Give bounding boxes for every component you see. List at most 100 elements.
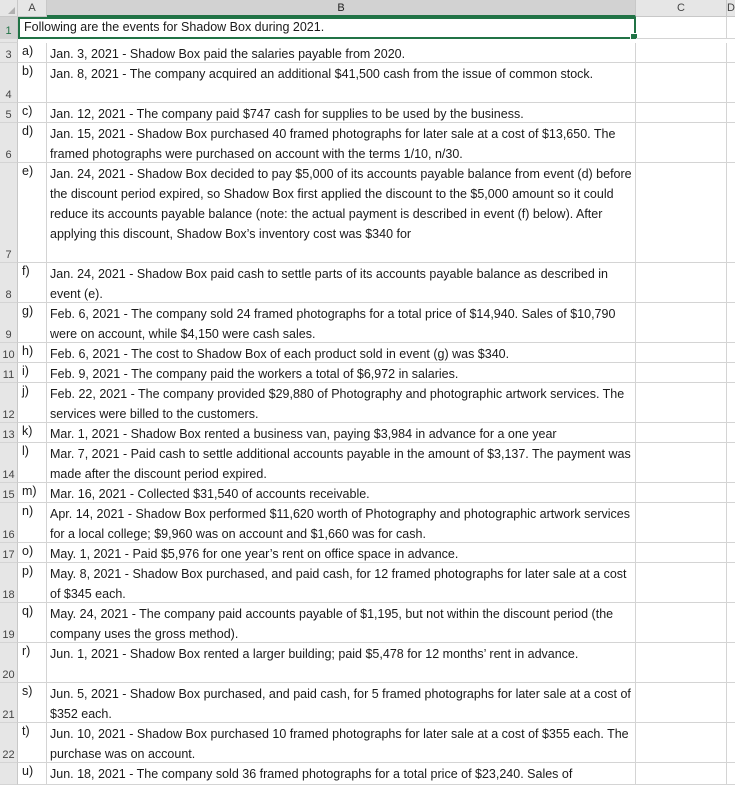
cell-d[interactable]: [727, 683, 735, 723]
cell-d[interactable]: [727, 763, 735, 785]
row-number[interactable]: 21: [0, 683, 18, 723]
event-label-cell[interactable]: e): [18, 163, 47, 263]
cell-c[interactable]: [636, 63, 727, 103]
event-label-cell[interactable]: p): [18, 563, 47, 603]
column-header-d[interactable]: D: [727, 0, 735, 17]
cell-d[interactable]: [727, 103, 735, 123]
event-label-cell[interactable]: n): [18, 503, 47, 543]
row-number[interactable]: 1: [0, 17, 18, 39]
row-number[interactable]: 3: [0, 43, 18, 63]
row-number[interactable]: 22: [0, 723, 18, 763]
row-number[interactable]: 13: [0, 423, 18, 443]
cell-d[interactable]: [727, 723, 735, 763]
cell-c[interactable]: [636, 263, 727, 303]
event-description-cell[interactable]: Feb. 6, 2021 - The company sold 24 frame…: [47, 303, 636, 343]
event-label-cell[interactable]: k): [18, 423, 47, 443]
cell-c[interactable]: [636, 17, 727, 39]
cell-c[interactable]: [636, 483, 727, 503]
event-label-cell[interactable]: c): [18, 103, 47, 123]
selected-title-cell[interactable]: Following are the events for Shadow Box …: [18, 17, 638, 41]
cell-c[interactable]: [636, 443, 727, 483]
row-number[interactable]: 9: [0, 303, 18, 343]
event-description-cell[interactable]: Jan. 8, 2021 - The company acquired an a…: [47, 63, 636, 103]
row-number[interactable]: 7: [0, 163, 18, 263]
event-description-cell[interactable]: Mar. 16, 2021 - Collected $31,540 of acc…: [47, 483, 636, 503]
cell-c[interactable]: [636, 763, 727, 785]
event-description-cell[interactable]: Apr. 14, 2021 - Shadow Box performed $11…: [47, 503, 636, 543]
cell-d[interactable]: [727, 343, 735, 363]
event-label-cell[interactable]: t): [18, 723, 47, 763]
cell-d[interactable]: [727, 483, 735, 503]
event-description-cell[interactable]: Jun. 10, 2021 - Shadow Box purchased 10 …: [47, 723, 636, 763]
cell-c[interactable]: [636, 103, 727, 123]
event-description-cell[interactable]: Feb. 6, 2021 - The cost to Shadow Box of…: [47, 343, 636, 363]
event-label-cell[interactable]: o): [18, 543, 47, 563]
cell-c[interactable]: [636, 363, 727, 383]
event-description-cell[interactable]: Jan. 3, 2021 - Shadow Box paid the salar…: [47, 43, 636, 63]
cell-d[interactable]: [727, 563, 735, 603]
row-number[interactable]: 16: [0, 503, 18, 543]
event-description-cell[interactable]: Feb. 9, 2021 - The company paid the work…: [47, 363, 636, 383]
cell-d[interactable]: [727, 303, 735, 343]
event-description-cell[interactable]: Jun. 1, 2021 - Shadow Box rented a large…: [47, 643, 636, 683]
cell-d[interactable]: [727, 383, 735, 423]
event-label-cell[interactable]: j): [18, 383, 47, 423]
cell-c[interactable]: [636, 643, 727, 683]
cell-d[interactable]: [727, 163, 735, 263]
cell-c[interactable]: [636, 543, 727, 563]
event-description-cell[interactable]: Mar. 1, 2021 - Shadow Box rented a busin…: [47, 423, 636, 443]
cell-d[interactable]: [727, 423, 735, 443]
event-description-cell[interactable]: Mar. 7, 2021 - Paid cash to settle addit…: [47, 443, 636, 483]
cell-c[interactable]: [636, 383, 727, 423]
column-header-a[interactable]: A: [18, 0, 47, 17]
row-number[interactable]: 17: [0, 543, 18, 563]
event-label-cell[interactable]: a): [18, 43, 47, 63]
event-label-cell[interactable]: d): [18, 123, 47, 163]
cell-c[interactable]: [636, 163, 727, 263]
cell-c[interactable]: [636, 343, 727, 363]
event-label-cell[interactable]: u): [18, 763, 47, 785]
event-description-cell[interactable]: Jun. 5, 2021 - Shadow Box purchased, and…: [47, 683, 636, 723]
cell-c[interactable]: [636, 423, 727, 443]
cell-d[interactable]: [727, 543, 735, 563]
event-label-cell[interactable]: r): [18, 643, 47, 683]
event-label-cell[interactable]: l): [18, 443, 47, 483]
select-all-corner[interactable]: [0, 0, 18, 17]
event-label-cell[interactable]: b): [18, 63, 47, 103]
event-description-cell[interactable]: Jan. 12, 2021 - The company paid $747 ca…: [47, 103, 636, 123]
cell-d[interactable]: [727, 263, 735, 303]
cell-c[interactable]: [636, 303, 727, 343]
row-number[interactable]: 4: [0, 63, 18, 103]
cell-c[interactable]: [636, 603, 727, 643]
row-number[interactable]: [0, 763, 18, 785]
cell-d[interactable]: [727, 443, 735, 483]
cell-d[interactable]: [727, 43, 735, 63]
event-description-cell[interactable]: Feb. 22, 2021 - The company provided $29…: [47, 383, 636, 423]
cell-d[interactable]: [727, 363, 735, 383]
cell-d[interactable]: [727, 643, 735, 683]
cell-c[interactable]: [636, 683, 727, 723]
cell-c[interactable]: [636, 43, 727, 63]
cell-c[interactable]: [636, 123, 727, 163]
row-number[interactable]: 11: [0, 363, 18, 383]
cell-d[interactable]: [727, 63, 735, 103]
event-label-cell[interactable]: m): [18, 483, 47, 503]
row-number[interactable]: 19: [0, 603, 18, 643]
event-description-cell[interactable]: May. 8, 2021 - Shadow Box purchased, and…: [47, 563, 636, 603]
cell-d[interactable]: [727, 17, 735, 39]
cell-d[interactable]: [727, 603, 735, 643]
row-number[interactable]: 14: [0, 443, 18, 483]
column-header-b[interactable]: B: [47, 0, 636, 17]
event-description-cell[interactable]: Jan. 15, 2021 - Shadow Box purchased 40 …: [47, 123, 636, 163]
cell-c[interactable]: [636, 563, 727, 603]
event-description-cell[interactable]: May. 24, 2021 - The company paid account…: [47, 603, 636, 643]
cell-d[interactable]: [727, 503, 735, 543]
row-number[interactable]: 6: [0, 123, 18, 163]
event-description-cell[interactable]: Jan. 24, 2021 - Shadow Box paid cash to …: [47, 263, 636, 303]
event-label-cell[interactable]: f): [18, 263, 47, 303]
event-description-cell[interactable]: Jun. 18, 2021 - The company sold 36 fram…: [47, 763, 636, 785]
row-number[interactable]: 15: [0, 483, 18, 503]
event-label-cell[interactable]: s): [18, 683, 47, 723]
row-number[interactable]: 5: [0, 103, 18, 123]
event-label-cell[interactable]: h): [18, 343, 47, 363]
